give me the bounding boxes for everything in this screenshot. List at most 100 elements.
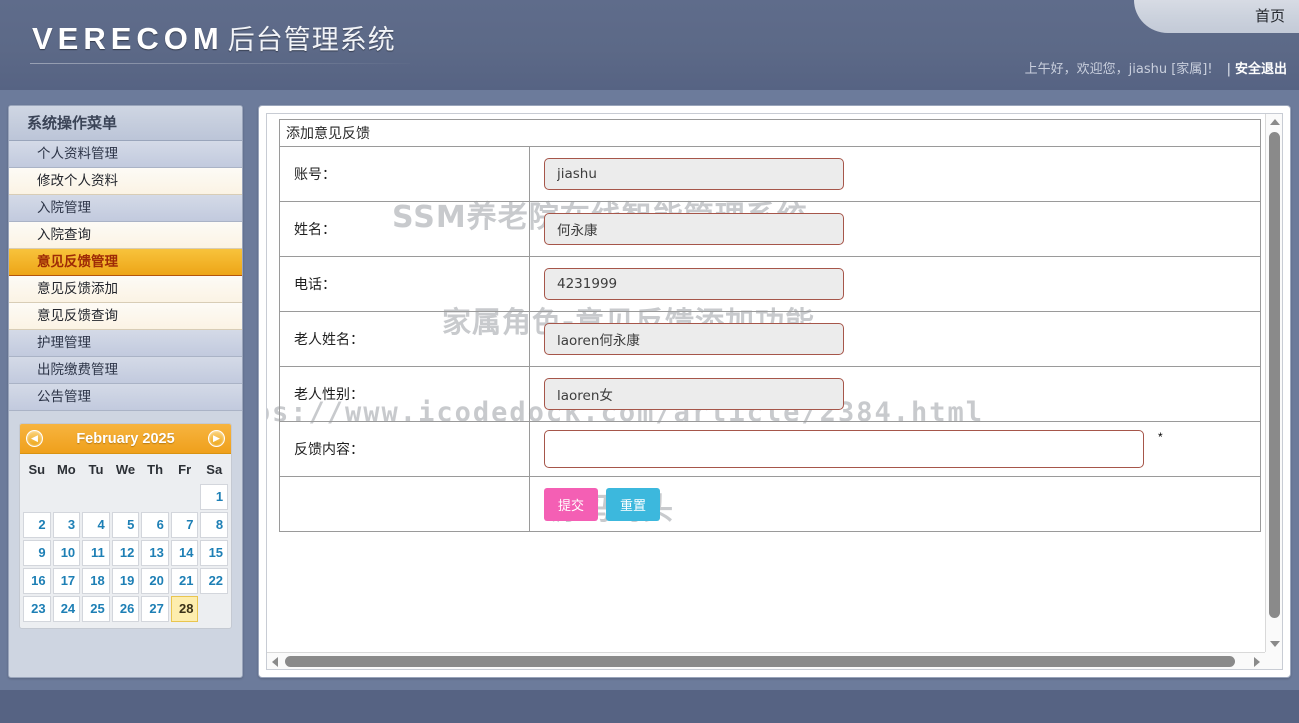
sidebar-item-personal-info-mgmt[interactable]: 个人资料管理 [9, 141, 242, 168]
calendar-weekday-sa: Sa [206, 462, 223, 477]
sidebar: 系统操作菜单 个人资料管理 修改个人资料 入院管理 入院查询 意见反馈管理 意见… [8, 105, 243, 678]
welcome-bar: 上午好，欢迎您，jiashu [家属]! | 安全退出 [1025, 58, 1287, 77]
calendar-weekday-tu: Tu [88, 462, 104, 477]
brand-divider [30, 63, 410, 64]
calendar-day-24[interactable]: 24 [52, 596, 81, 622]
cell-name [529, 201, 1261, 257]
calendar-day-1[interactable]: 1 [200, 484, 229, 510]
required-asterisk: * [1158, 430, 1163, 444]
cell-elder-name [529, 311, 1261, 367]
home-tab[interactable]: 首页 [1134, 0, 1299, 33]
horizontal-scrollbar[interactable] [267, 652, 1265, 669]
calendar-day-23[interactable]: 23 [23, 596, 51, 622]
panel-title: 添加意见反馈 [279, 119, 1261, 147]
calendar-header: ◀ February 2025 ▶ [20, 424, 231, 454]
scroll-up-arrow-icon[interactable] [1270, 119, 1280, 125]
name-input[interactable] [544, 213, 844, 245]
calendar-prev-icon[interactable]: ◀ [26, 430, 43, 447]
feedback-form-table: 添加意见反馈 账号： 姓名： [279, 119, 1261, 532]
vertical-scrollbar[interactable] [1265, 114, 1282, 652]
sidebar-item-nursing-mgmt[interactable]: 护理管理 [9, 330, 242, 357]
account-input[interactable] [544, 158, 844, 190]
calendar-day-9[interactable]: 9 [23, 540, 51, 566]
vertical-scrollbar-thumb[interactable] [1269, 132, 1280, 618]
calendar-day-2[interactable]: 2 [23, 512, 51, 538]
content-scroll-area: SSM养老院在线智能管理系统 家属角色-意见反馈添加功能 https://www… [267, 114, 1265, 652]
reset-button[interactable]: 重置 [606, 487, 661, 521]
scroll-down-arrow-icon[interactable] [1270, 641, 1280, 647]
calendar-day-26[interactable]: 26 [111, 596, 140, 622]
form-row-elder-name: 老人姓名： [279, 311, 1261, 367]
calendar-day-7[interactable]: 7 [170, 512, 199, 538]
calendar-day-13[interactable]: 13 [141, 540, 169, 566]
calendar-day-5[interactable]: 5 [111, 512, 140, 538]
calendar-day-4[interactable]: 4 [82, 512, 110, 538]
calendar-weekday-th: Th [147, 462, 164, 477]
calendar-day-17[interactable]: 17 [52, 568, 81, 594]
calendar-day-8[interactable]: 8 [200, 512, 229, 538]
horizontal-scrollbar-thumb[interactable] [285, 656, 1235, 667]
sidebar-item-edit-personal-info[interactable]: 修改个人资料 [9, 168, 242, 195]
label-elder-gender: 老人性别： [279, 366, 530, 422]
calendar-day-14[interactable]: 14 [170, 540, 199, 566]
calendar-day-15[interactable]: 15 [200, 540, 229, 566]
sidebar-item-announcement-mgmt[interactable]: 公告管理 [9, 384, 242, 411]
calendar-day-27[interactable]: 27 [141, 596, 169, 622]
welcome-text: 上午好，欢迎您，jiashu [家属]! [1024, 62, 1213, 77]
calendar-widget: ◀ February 2025 ▶ Su Mo Tu We Th Fr Sa 1234567… [19, 423, 232, 629]
calendar-cell-empty [141, 484, 169, 510]
form-row-phone: 电话： [279, 256, 1261, 312]
calendar-grid: Su Mo Tu We Th Fr Sa 1 2 3 4 5 6 7 8 9 10 11 12 13 14 15 16 17… [20, 454, 231, 628]
scroll-left-arrow-icon[interactable] [272, 657, 278, 667]
label-account: 账号： [279, 146, 530, 202]
page-body: 系统操作菜单 个人资料管理 修改个人资料 入院管理 入院查询 意见反馈管理 意见… [0, 90, 1299, 690]
phone-input[interactable] [544, 268, 844, 300]
calendar-weekday-mo: Mo [56, 462, 76, 477]
calendar-days: 1 2 3 4 5 6 7 8 9 10 11 12 13 14 15 16 17 18 19 20 21 22 23 24 2… [22, 483, 229, 623]
calendar-day-12[interactable]: 12 [111, 540, 140, 566]
elder-gender-input[interactable] [544, 378, 844, 410]
calendar-day-18[interactable]: 18 [82, 568, 110, 594]
cell-actions-spacer [279, 476, 530, 532]
calendar-day-20[interactable]: 20 [141, 568, 169, 594]
calendar-day-11[interactable]: 11 [82, 540, 110, 566]
sidebar-item-discharge-payment-mgmt[interactable]: 出院缴费管理 [9, 357, 242, 384]
app-header: VERECOM 后台管理系统 首页 上午好，欢迎您，jiashu [家属]! | 安全… [0, 0, 1299, 90]
calendar-weekday-row: Su Mo Tu We Th Fr Sa [22, 457, 229, 483]
form-row-actions: 提交 重置 [279, 476, 1261, 532]
calendar-day-28[interactable]: 28 [170, 596, 199, 622]
calendar-weekday-we: We [115, 462, 136, 477]
calendar-day-10[interactable]: 10 [52, 540, 81, 566]
calendar-day-19[interactable]: 19 [111, 568, 140, 594]
sidebar-item-admission-query[interactable]: 入院查询 [9, 222, 242, 249]
feedback-content-textarea[interactable] [544, 430, 1144, 468]
cell-phone [529, 256, 1261, 312]
calendar-day-21[interactable]: 21 [170, 568, 199, 594]
calendar-day-3[interactable]: 3 [52, 512, 81, 538]
calendar-week-row: 2345678 [22, 511, 229, 539]
sidebar-item-feedback-mgmt[interactable]: 意见反馈管理 [9, 249, 242, 276]
elder-name-input[interactable] [544, 323, 844, 355]
calendar-week-row: 1 [22, 483, 229, 511]
sidebar-item-feedback-query[interactable]: 意见反馈查询 [9, 303, 242, 330]
panel-header-row: 添加意见反馈 [279, 119, 1261, 147]
submit-button[interactable]: 提交 [544, 487, 599, 521]
calendar-cell-empty [23, 484, 51, 510]
calendar-day-25[interactable]: 25 [82, 596, 110, 622]
calendar-day-6[interactable]: 6 [141, 512, 169, 538]
calendar-cell-empty [200, 596, 228, 622]
calendar-day-16[interactable]: 16 [23, 568, 51, 594]
sidebar-item-feedback-add[interactable]: 意见反馈添加 [9, 276, 242, 303]
calendar-day-22[interactable]: 22 [200, 568, 229, 594]
calendar-next-icon[interactable]: ▶ [208, 430, 225, 447]
logout-link[interactable]: 安全退出 [1235, 62, 1287, 77]
sidebar-item-admission-mgmt[interactable]: 入院管理 [9, 195, 242, 222]
calendar-cell-empty [171, 484, 199, 510]
label-feedback-content: 反馈内容： [279, 421, 530, 477]
calendar-week-row: 9 10 11 12 13 14 15 [22, 539, 229, 567]
label-elder-name: 老人姓名： [279, 311, 530, 367]
form-row-feedback-content: 反馈内容： * [279, 421, 1261, 477]
scroll-right-arrow-icon[interactable] [1254, 657, 1260, 667]
calendar-cell-empty [82, 484, 110, 510]
calendar-cell-empty [53, 484, 81, 510]
